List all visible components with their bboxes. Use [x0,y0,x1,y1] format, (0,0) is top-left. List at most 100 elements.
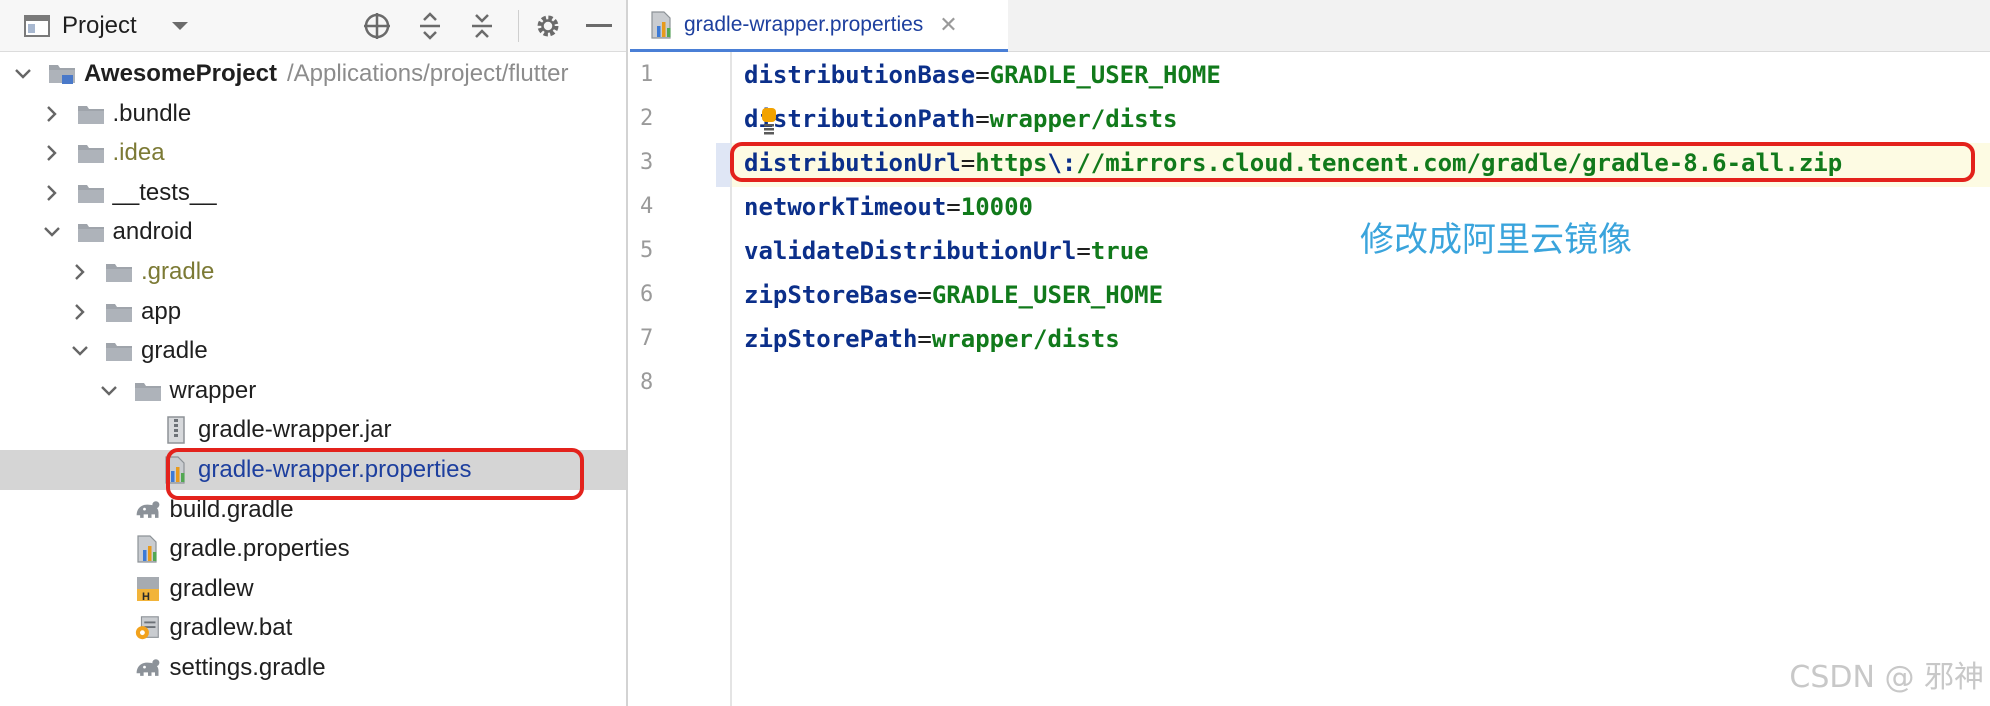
tree-item-name: __tests__ [112,178,217,206]
code-line[interactable]: validateDistributionUrl=true [744,229,1149,273]
tree-item-name: .gradle [141,258,215,285]
gradle-elephant-icon [134,648,162,688]
line-number: 3 [640,150,654,175]
collapse-all-icon[interactable] [468,0,496,52]
tree-item[interactable]: gradle [0,331,626,371]
tree-item-label: __tests__ [113,173,217,213]
tree-item-name: gradle-wrapper.jar [198,416,392,444]
project-view-selector[interactable]: Project [62,0,137,52]
tree-item[interactable]: .gradle [0,252,626,292]
gradle-elephant-icon [134,490,162,530]
tree-item-name: .idea [112,139,165,167]
property-key: distributionPath [744,105,976,133]
code-line[interactable]: zipStoreBase=GRADLE_USER_HOME [744,273,1163,317]
annotation-note: 修改成阿里云镜像 [1360,220,1632,260]
tree-item[interactable]: gradle-wrapper.jar [0,410,626,450]
tree-item[interactable]: app [0,292,626,332]
line-number: 1 [640,62,654,87]
project-toolbar: Project [0,0,626,52]
chevron-down-icon[interactable] [170,0,190,52]
code-line[interactable]: distributionPath=wrapper/dists [744,97,1177,141]
folder-icon [105,252,133,292]
watermark: CSDN @ 邪神 [1789,660,1984,695]
annotation-box-distribution-url [730,142,1975,182]
locate-icon[interactable] [362,0,392,52]
tree-item-label: AwesomeProject/Applications/project/flut… [84,54,568,94]
jar-file-icon [162,410,190,450]
tab-label: gradle-wrapper.properties [684,12,924,36]
tree-item-name: settings.gradle [169,654,326,681]
folder-icon [105,331,133,371]
chevron-down-icon[interactable] [12,54,34,94]
property-value: wrapper/dists [989,105,1178,133]
line-number: 5 [640,238,654,263]
code-line[interactable]: networkTimeout=10000 [744,185,1033,229]
tree-item[interactable]: android [0,212,626,252]
minimize-icon[interactable] [586,0,612,52]
property-value: true [1090,237,1149,265]
shell-script-icon: H [134,569,162,609]
tree-item[interactable]: gradlew.bat [0,608,626,648]
tree-item-name: gradlew.bat [169,614,293,642]
property-key: validateDistributionUrl [744,237,1077,265]
line-number: 7 [640,326,654,351]
close-icon[interactable]: ✕ [939,12,957,38]
tree-item[interactable]: .idea [0,133,626,173]
view-mode-icon[interactable] [24,0,50,52]
tree-item-name: gradle.properties [169,535,350,563]
tree-item[interactable]: AwesomeProject/Applications/project/flut… [0,54,626,94]
chevron-right-icon[interactable] [41,94,63,134]
tree-item-name: android [112,218,193,246]
property-key: zipStoreBase [744,281,918,309]
chevron-right-icon[interactable] [69,292,91,332]
intention-bulb-icon[interactable] [760,106,778,136]
property-value: 10000 [960,193,1033,221]
chevron-right-icon[interactable] [41,133,63,173]
property-key: networkTimeout [744,193,947,221]
tree-item[interactable]: __tests__ [0,173,626,213]
properties-file-icon [648,5,676,45]
current-line-gutter-marker [716,143,730,187]
tree-item-label: settings.gradle [170,648,326,688]
tree-item[interactable]: Hgradlew [0,569,626,609]
tree-item-label: .gradle [141,252,214,292]
chevron-down-icon[interactable] [41,212,63,252]
chevron-right-icon[interactable] [41,173,63,213]
line-number: 6 [640,282,654,307]
folder-icon [77,212,105,252]
code-line[interactable]: distributionBase=GRADLE_USER_HOME [744,53,1221,97]
tree-item-label: gradle [141,331,208,371]
property-value: GRADLE_USER_HOME [931,281,1164,309]
tree-item-label: gradle-wrapper.jar [198,410,391,450]
gear-icon[interactable] [534,0,562,52]
tree-item-name: .bundle [112,99,192,127]
tree-item-label: gradle.properties [170,529,350,569]
tree-item[interactable]: settings.gradle [0,648,626,688]
tree-item-label: app [141,292,181,332]
property-value: GRADLE_USER_HOME [989,61,1221,89]
folder-icon [134,371,162,411]
code-line[interactable]: zipStorePath=wrapper/dists [744,317,1120,361]
line-number: 4 [640,194,654,219]
toolbar-divider [518,10,519,42]
property-separator: = [975,61,990,89]
tree-item-name: wrapper [169,376,257,404]
tree-item[interactable]: gradle.properties [0,529,626,569]
property-value: wrapper/dists [931,325,1120,353]
annotation-box-selected-file [166,448,584,500]
line-number: 8 [640,370,654,395]
chevron-down-icon[interactable] [98,371,120,411]
batch-file-icon [134,608,162,648]
tree-item-name: gradle [141,337,208,365]
project-tool-window: Project AwesomeProject/Applications/proj… [0,0,628,706]
tree-item-label: gradlew.bat [170,608,293,648]
line-number: 2 [640,106,654,131]
chevron-right-icon[interactable] [69,252,91,292]
tab-gradle-wrapper-properties[interactable]: gradle-wrapper.properties ✕ [630,0,1008,52]
property-separator: = [917,325,932,353]
svg-text:H: H [142,591,150,603]
tree-item[interactable]: .bundle [0,94,626,134]
tree-item[interactable]: wrapper [0,371,626,411]
chevron-down-icon[interactable] [69,331,91,371]
expand-all-icon[interactable] [416,0,444,52]
